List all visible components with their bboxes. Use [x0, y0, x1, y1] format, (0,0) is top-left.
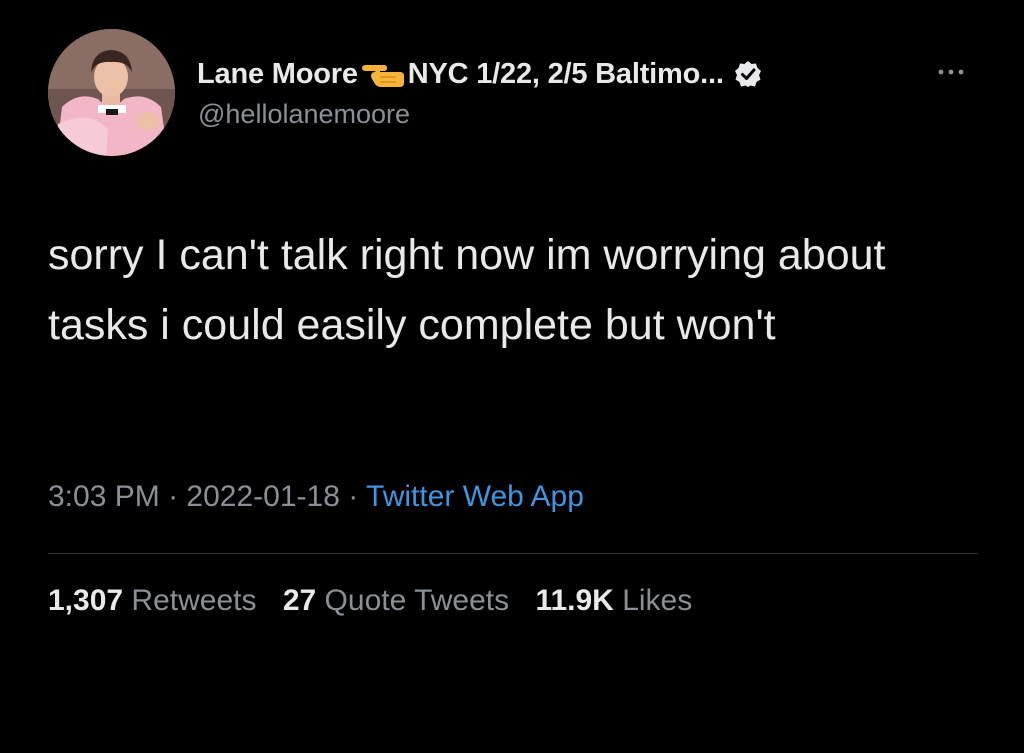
tweet-stats: 1,307 Retweets 27 Quote Tweets 11.9K Lik…: [48, 584, 710, 618]
backhand-index-pointing-left-icon: [360, 59, 406, 89]
likes-count: 11.9K: [535, 584, 614, 617]
meta-separator: ·: [168, 480, 179, 513]
tweet-source-link[interactable]: Twitter Web App: [366, 480, 584, 513]
retweets-stat[interactable]: 1,307 Retweets: [48, 584, 256, 618]
display-name[interactable]: Lane Moore: [197, 58, 358, 91]
tweet-date[interactable]: 2022-01-18: [186, 480, 339, 513]
tweet-meta: 3:03 PM · 2022-01-18 · Twitter Web App: [48, 480, 584, 514]
author-handle[interactable]: @hellolanemoore: [198, 99, 410, 130]
likes-label: Likes: [622, 584, 693, 617]
avatar[interactable]: [48, 29, 175, 156]
meta-separator: ·: [348, 480, 359, 513]
retweets-label: Retweets: [131, 584, 257, 617]
avatar-image: [48, 29, 175, 156]
quote-tweets-stat[interactable]: 27 Quote Tweets: [283, 584, 509, 618]
more-options-icon[interactable]: [933, 60, 973, 84]
tweet-time[interactable]: 3:03 PM: [48, 480, 160, 513]
tweet-text: sorry I can't talk right now im worrying…: [48, 231, 886, 349]
likes-stat[interactable]: 11.9K Likes: [535, 584, 692, 618]
tweet-card: Lane Moore NYC 1/22, 2/5 Baltimo... @hel…: [0, 0, 1024, 753]
quote-tweets-count: 27: [282, 584, 317, 617]
display-name-suffix[interactable]: NYC 1/22, 2/5 Baltimo...: [408, 58, 724, 91]
verified-badge-icon: [734, 60, 762, 88]
retweets-count: 1,307: [48, 584, 124, 617]
divider: [48, 553, 978, 554]
quote-tweets-label: Quote Tweets: [324, 584, 510, 617]
author-name-row[interactable]: Lane Moore NYC 1/22, 2/5 Baltimo...: [197, 54, 762, 94]
